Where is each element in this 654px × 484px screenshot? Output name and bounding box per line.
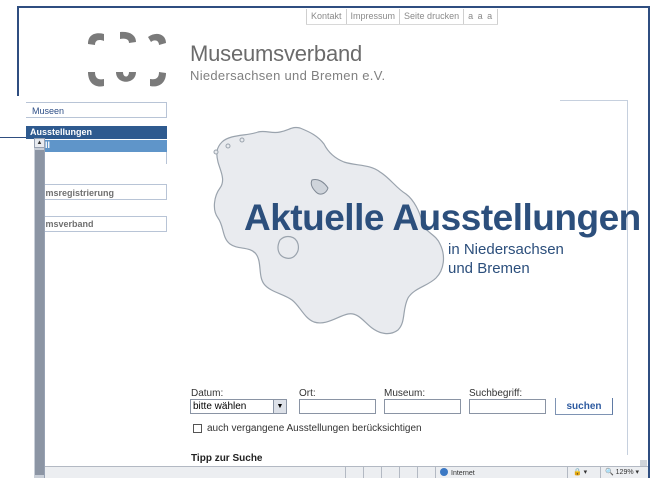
content-border-top (560, 100, 628, 101)
museum-label: Museum: (384, 388, 426, 399)
zoom-level[interactable]: 🔍 129% ▾ (605, 468, 639, 476)
scroll-down-arrow-icon[interactable] (640, 460, 647, 466)
hero-subtitle-line2: und Bremen (448, 260, 530, 277)
status-cell (417, 467, 418, 478)
window-frame-top (17, 6, 650, 8)
status-cell (567, 467, 568, 478)
museumsverband-logo-icon[interactable] (86, 28, 168, 92)
content-border-right (627, 100, 628, 455)
sidebar-item-museumsverband[interactable]: umsverband (36, 216, 167, 232)
suchbegriff-input[interactable] (469, 399, 546, 414)
window-frame-right (648, 6, 650, 478)
nav-link-seite-drucken[interactable]: Seite drucken (399, 9, 463, 24)
sidebar-item-museumsregistrierung[interactable]: umsregistrierung (36, 184, 167, 200)
browser-screenshot: Kontakt Impressum Seite drucken a a a Mu… (0, 0, 654, 484)
hero-subtitle-line1: in Niedersachsen (448, 241, 564, 258)
font-size-switcher[interactable]: a a a (463, 9, 499, 24)
browser-status-bar: Internet 🔒 ▾ 🔍 129% ▾ (45, 466, 648, 478)
sidebar-subitem-vergangene[interactable]: e (36, 152, 167, 164)
sidebar-item-museen[interactable]: Museen (26, 102, 167, 118)
status-cell (345, 467, 346, 478)
datum-select-value: bitte wählen (193, 401, 247, 412)
vergangene-checkbox-label[interactable]: auch vergangene Ausstellungen berücksich… (207, 423, 422, 434)
scrollbar-thumb[interactable] (35, 150, 44, 475)
datum-label: Datum: (191, 388, 224, 399)
security-zone-label: Internet (451, 470, 475, 477)
vergangene-checkbox[interactable] (193, 424, 202, 433)
nav-link-kontakt[interactable]: Kontakt (306, 9, 346, 24)
sidebar-subitem-aktuell[interactable]: ell (36, 140, 167, 152)
status-cell (600, 467, 601, 478)
sidebar-item-ausstellungen[interactable]: Ausstellungen (26, 126, 167, 139)
hero-title: Aktuelle Ausstellungen (244, 197, 641, 238)
chevron-down-icon[interactable]: ▼ (273, 400, 286, 413)
status-cell (435, 467, 436, 478)
museum-input[interactable] (384, 399, 461, 414)
window-frame-left (17, 6, 19, 96)
brand-title[interactable]: Museumsverband (190, 41, 362, 67)
tipp-heading: Tipp zur Suche (191, 453, 263, 464)
suchen-button[interactable]: suchen (555, 398, 613, 415)
meta-nav: Kontakt Impressum Seite drucken a a a (306, 9, 499, 25)
suchbegriff-label: Suchbegriff: (469, 388, 523, 399)
ort-input[interactable] (299, 399, 376, 414)
status-cell (381, 467, 382, 478)
status-cell (399, 467, 400, 478)
security-zone[interactable]: Internet (440, 468, 475, 477)
status-cell (363, 467, 364, 478)
protected-mode-indicator[interactable]: 🔒 ▾ (573, 468, 587, 476)
brand-subtitle: Niedersachsen und Bremen e.V. (190, 68, 386, 83)
ort-label: Ort: (299, 388, 316, 399)
scroll-up-arrow-icon[interactable]: ▲ (34, 138, 45, 148)
datum-select[interactable]: bitte wählen ▼ (190, 399, 287, 414)
nav-link-impressum[interactable]: Impressum (345, 9, 400, 24)
globe-icon (440, 468, 448, 476)
